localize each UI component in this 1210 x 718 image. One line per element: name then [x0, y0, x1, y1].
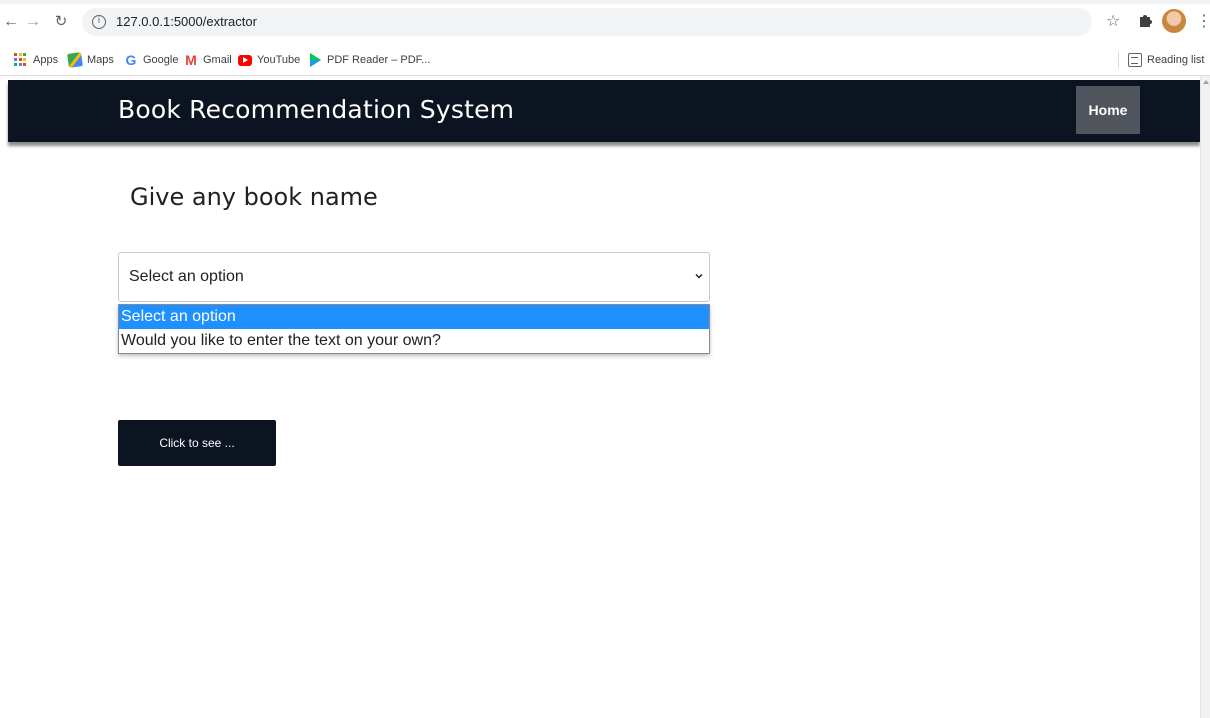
- extensions-puzzle-icon[interactable]: [1138, 13, 1152, 27]
- page-heading: Give any book name: [130, 183, 378, 211]
- bookmark-pdf-reader[interactable]: PDF Reader – PDF...: [308, 52, 430, 68]
- bookmark-label: Google: [143, 54, 179, 66]
- apps-grid-icon: [14, 53, 28, 67]
- forward-arrow-icon[interactable]: →: [24, 12, 42, 32]
- reading-list-button[interactable]: Reading list: [1128, 52, 1204, 68]
- address-bar[interactable]: i 127.0.0.1:5000/extractor: [82, 8, 1092, 36]
- reading-list-label: Reading list: [1147, 54, 1205, 66]
- site-brand[interactable]: Book Recommendation System: [118, 95, 514, 124]
- select-dropdown-list: Select an option Would you like to enter…: [118, 304, 710, 354]
- book-select[interactable]: Select an option: [118, 252, 710, 302]
- browser-toolbar: ← → ↻ i 127.0.0.1:5000/extractor ☆ ⋮: [0, 0, 1210, 44]
- profile-avatar[interactable]: [1162, 9, 1186, 33]
- gmail-icon: M: [185, 52, 197, 68]
- bookmark-label: YouTube: [257, 54, 301, 66]
- scroll-up-arrow-icon[interactable]: [1203, 80, 1209, 84]
- google-play-icon: [308, 53, 322, 67]
- bookmark-label: PDF Reader – PDF...: [327, 54, 431, 66]
- bookmark-maps[interactable]: Maps: [67, 52, 114, 68]
- select-current-value: Select an option: [129, 268, 244, 285]
- browser-menu-icon[interactable]: ⋮: [1196, 11, 1210, 31]
- youtube-icon: [238, 54, 252, 66]
- maps-icon: [67, 52, 83, 68]
- bookmark-youtube[interactable]: YouTube: [238, 52, 300, 68]
- bookmark-label: Gmail: [203, 54, 232, 66]
- bookmark-apps[interactable]: Apps: [14, 52, 58, 68]
- app-navbar: Book Recommendation System Home: [8, 80, 1200, 142]
- dropdown-option-enter-text[interactable]: Would you like to enter the text on your…: [119, 329, 709, 353]
- bookmark-label: Apps: [33, 54, 59, 66]
- bookmark-gmail[interactable]: M Gmail: [184, 52, 232, 68]
- tab-strip-edge: [0, 0, 1210, 4]
- back-arrow-icon[interactable]: ←: [2, 12, 20, 32]
- bookmark-google[interactable]: G Google: [124, 52, 179, 68]
- google-icon: G: [125, 52, 137, 68]
- bookmarks-divider: [1118, 52, 1119, 68]
- reading-list-icon: [1128, 53, 1142, 67]
- page-scrollbar[interactable]: [1200, 76, 1210, 718]
- home-nav-button[interactable]: Home: [1076, 86, 1140, 134]
- submit-button[interactable]: Click to see ...: [118, 420, 276, 466]
- chevron-down-icon: [695, 273, 703, 279]
- dropdown-option-select[interactable]: Select an option: [119, 305, 709, 329]
- bookmark-label: Maps: [87, 54, 114, 66]
- url-text[interactable]: 127.0.0.1:5000/extractor: [116, 14, 257, 29]
- reload-icon[interactable]: ↻: [52, 12, 70, 32]
- bookmark-star-icon[interactable]: ☆: [1106, 11, 1120, 31]
- site-info-icon[interactable]: i: [92, 15, 106, 29]
- bookmarks-bar: Apps Maps G Google M Gmail YouTube PDF R…: [0, 44, 1210, 76]
